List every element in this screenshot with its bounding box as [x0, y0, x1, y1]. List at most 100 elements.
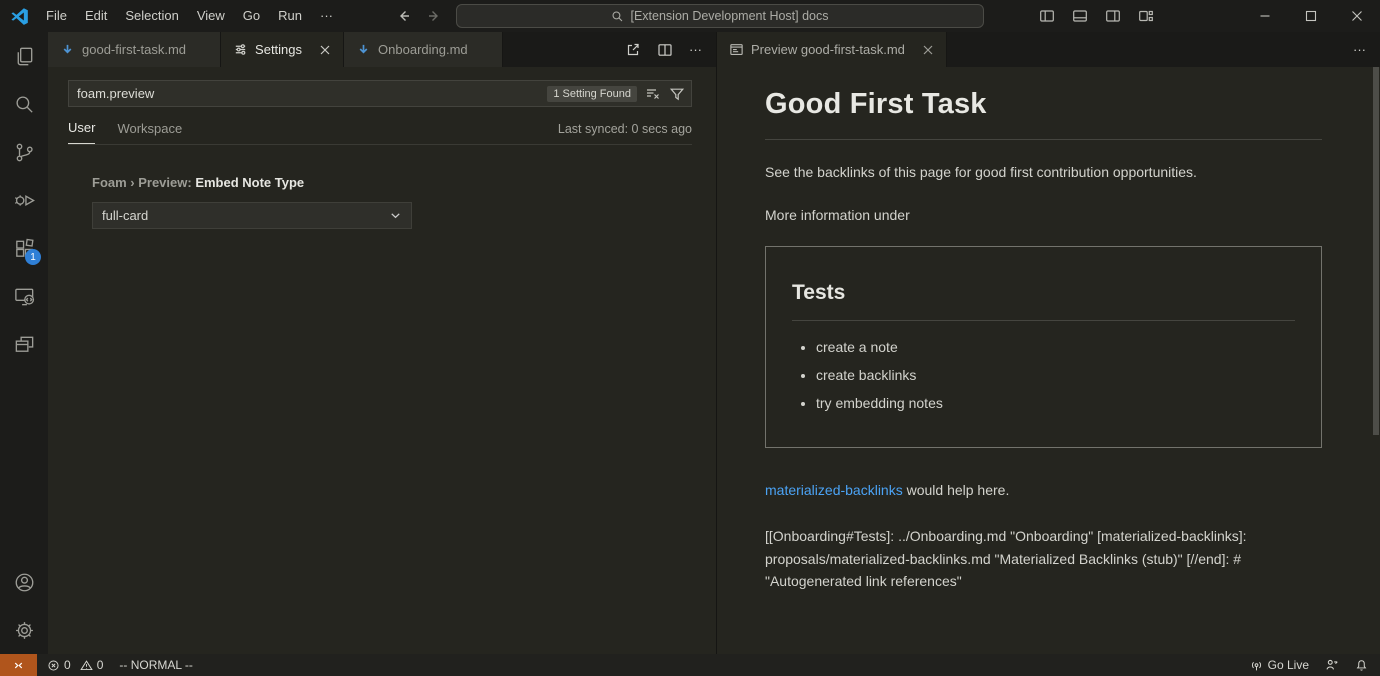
account-icon — [13, 571, 36, 594]
markdown-preview: Good First Task See the backlinks of thi… — [717, 67, 1380, 654]
list-item: create backlinks — [816, 365, 1295, 386]
split-editor-icon[interactable] — [657, 42, 673, 58]
feedback-button[interactable] — [1325, 658, 1339, 672]
markdown-file-icon — [60, 42, 75, 57]
backlink-paragraph: materialized-backlinks would help here. — [765, 480, 1322, 501]
error-icon — [47, 659, 60, 672]
warning-count: 0 — [97, 658, 104, 672]
activity-search[interactable] — [0, 80, 48, 128]
embed-note-type-select[interactable]: full-card — [92, 202, 412, 229]
minimize-button[interactable] — [1242, 0, 1288, 32]
more-actions-icon[interactable]: ··· — [689, 42, 702, 57]
maximize-button[interactable] — [1288, 0, 1334, 32]
scope-tab-workspace[interactable]: Workspace — [117, 121, 182, 144]
window-title: [Extension Development Host] docs — [630, 9, 828, 23]
chevron-down-icon — [388, 208, 403, 223]
problems-status[interactable]: 0 0 — [47, 658, 103, 672]
window-controls — [1242, 0, 1380, 32]
status-bar-right: Go Live — [1250, 658, 1380, 672]
notifications-button[interactable] — [1355, 659, 1368, 672]
command-center-search[interactable]: [Extension Development Host] docs — [456, 4, 984, 28]
remote-icon — [12, 659, 25, 672]
vscode-window: File Edit Selection View Go Run ··· [Ext… — [0, 0, 1380, 676]
menu-view[interactable]: View — [188, 1, 234, 31]
embed-card-list: create a note create backlinks try embed… — [792, 337, 1295, 414]
tab-good-first-task[interactable]: good-first-task.md — [48, 32, 221, 67]
settings-editor: 1 Setting Found User Workspace Last sync… — [48, 67, 716, 654]
scope-tab-user[interactable]: User — [68, 120, 95, 144]
forward-arrow-icon[interactable] — [426, 8, 442, 24]
settings-search-box: 1 Setting Found — [68, 80, 692, 107]
tab-onboarding[interactable]: Onboarding.md — [344, 32, 503, 67]
settings-scope-tabs: User Workspace Last synced: 0 secs ago — [68, 107, 692, 145]
markdown-file-icon — [356, 42, 371, 57]
vim-mode-indicator[interactable]: -- NORMAL -- — [119, 658, 193, 672]
embed-card-title: Tests — [792, 277, 1295, 309]
layout-controls — [1039, 0, 1154, 32]
activity-extensions[interactable]: 1 — [0, 224, 48, 272]
settings-search-actions — [645, 86, 685, 102]
menu-selection[interactable]: Selection — [116, 1, 187, 31]
activity-settings[interactable] — [0, 606, 48, 654]
gear-icon — [13, 619, 36, 642]
settings-count-badge: 1 Setting Found — [547, 86, 637, 102]
tab-settings[interactable]: Settings — [221, 32, 344, 67]
activity-accounts[interactable] — [0, 558, 48, 606]
filter-icon[interactable] — [669, 86, 685, 102]
menu-run[interactable]: Run — [269, 1, 311, 31]
tabbar-right: Preview good-first-task.md ··· — [717, 32, 1380, 67]
source-control-icon — [13, 141, 36, 164]
more-actions-icon[interactable]: ··· — [1353, 42, 1366, 57]
editor-group-right: Preview good-first-task.md ··· Good Firs… — [716, 32, 1380, 654]
person-feedback-icon — [1325, 658, 1339, 672]
bell-icon — [1355, 659, 1368, 672]
close-tab-icon[interactable] — [319, 44, 331, 56]
setting-category: Foam › Preview: — [92, 175, 195, 190]
menu-more[interactable]: ··· — [311, 1, 342, 31]
tab-label: Settings — [255, 42, 302, 57]
activity-source-control[interactable] — [0, 128, 48, 176]
activity-run-debug[interactable] — [0, 176, 48, 224]
last-synced-label: Last synced: 0 secs ago — [558, 122, 692, 144]
embedded-note-card: Tests create a note create backlinks try… — [765, 246, 1322, 449]
setting-label: Foam › Preview: Embed Note Type — [92, 175, 692, 190]
menu-edit[interactable]: Edit — [76, 1, 116, 31]
back-arrow-icon[interactable] — [396, 8, 412, 24]
remote-indicator[interactable] — [0, 654, 37, 676]
debug-icon — [13, 189, 36, 212]
toggle-secondary-sidebar-icon[interactable] — [1105, 8, 1121, 24]
broadcast-icon — [1250, 659, 1263, 672]
menu-file[interactable]: File — [37, 1, 76, 31]
divider — [792, 320, 1295, 321]
open-settings-json-icon[interactable] — [625, 42, 641, 58]
toggle-panel-icon[interactable] — [1072, 8, 1088, 24]
preview-intro: See the backlinks of this page for good … — [765, 162, 1322, 183]
vscode-logo-icon — [10, 7, 29, 26]
customize-layout-icon[interactable] — [1138, 8, 1154, 24]
extensions-badge: 1 — [25, 249, 41, 265]
menu-go[interactable]: Go — [234, 1, 269, 31]
windows-icon — [13, 333, 36, 356]
preview-more-info: More information under — [765, 205, 1322, 226]
materialized-backlinks-link[interactable]: materialized-backlinks — [765, 482, 903, 498]
list-item: create a note — [816, 337, 1295, 358]
settings-search-input[interactable] — [77, 86, 547, 101]
clear-search-icon[interactable] — [645, 86, 661, 102]
activity-bar: 1 — [0, 32, 48, 654]
toggle-primary-sidebar-icon[interactable] — [1039, 8, 1055, 24]
editor-actions-left: ··· — [625, 32, 716, 67]
go-live-button[interactable]: Go Live — [1250, 658, 1309, 672]
error-count: 0 — [64, 658, 71, 672]
activity-explorer[interactable] — [0, 32, 48, 80]
settings-editor-icon — [233, 42, 248, 57]
warning-icon — [80, 659, 93, 672]
tab-preview-good-first-task[interactable]: Preview good-first-task.md — [717, 32, 947, 67]
close-window-button[interactable] — [1334, 0, 1380, 32]
files-icon — [13, 45, 36, 68]
activity-remote-explorer[interactable] — [0, 272, 48, 320]
activity-windows[interactable] — [0, 320, 48, 368]
tab-label: good-first-task.md — [82, 42, 186, 57]
close-tab-icon[interactable] — [922, 44, 934, 56]
editor-actions-right: ··· — [1353, 32, 1380, 67]
preview-scrollbar[interactable] — [1373, 67, 1379, 435]
